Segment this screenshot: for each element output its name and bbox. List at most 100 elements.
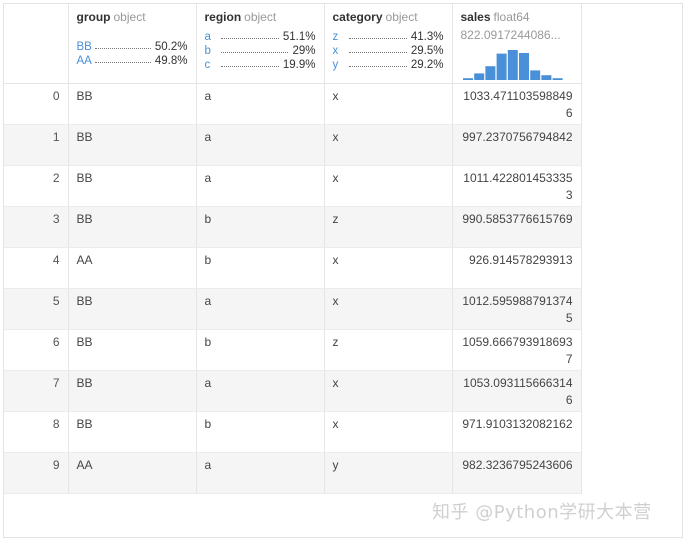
cell-sales: 1011.4228014533353 (452, 165, 582, 207)
cell-group: AA (68, 247, 197, 289)
cell-sales: 971.9103132082162 (452, 411, 582, 453)
frequency-label: BB (76, 41, 92, 53)
cell-category: x (324, 370, 453, 412)
column-header-region[interactable]: region object a 51.1% b 29% c 19.9% (196, 4, 325, 84)
frequency-label: z (332, 31, 339, 43)
histogram-bar (473, 73, 484, 80)
column-dtype: object (385, 10, 418, 24)
cell-region: b (196, 411, 325, 453)
cell-category: x (324, 83, 453, 125)
frequency-percent: 29.2% (410, 59, 444, 71)
cell-sales: 1012.5959887913745 (452, 288, 582, 330)
row-index: 5 (4, 288, 69, 330)
table-row[interactable]: 7 BB a x 1053.0931156663146 (4, 370, 582, 412)
frequency-item: x 29.5% (333, 44, 444, 58)
frequency-percent: 49.8% (154, 55, 188, 67)
cell-region: a (196, 288, 325, 330)
dataframe-viewer: group object BB 50.2% AA 49.8% region object (3, 3, 683, 538)
cell-region: a (196, 165, 325, 207)
cell-category: x (324, 124, 453, 166)
frequency-item: AA 49.8% (77, 54, 188, 68)
table-row[interactable]: 1 BB a x 997.2370756794842 (4, 124, 582, 166)
cell-region: a (196, 83, 325, 125)
cell-group: BB (68, 83, 197, 125)
cell-category: z (324, 206, 453, 248)
index-header (4, 4, 69, 84)
histogram-bar (518, 53, 529, 80)
frequency-item: y 29.2% (333, 58, 444, 72)
column-name: region (204, 10, 242, 24)
histogram-bar (462, 78, 473, 80)
column-header-category[interactable]: category object z 41.3% x 29.5% y 29.2% (324, 4, 453, 84)
dataframe-table: group object BB 50.2% AA 49.8% region object (4, 4, 582, 494)
cell-sales: 982.3236795243606 (452, 452, 582, 494)
cell-region: b (196, 247, 325, 289)
column-dtype: object (244, 10, 277, 24)
frequency-percent: 19.9% (282, 59, 316, 71)
cell-group: BB (68, 411, 197, 453)
frequency-label: c (204, 59, 211, 71)
table-row[interactable]: 3 BB b z 990.5853776615769 (4, 206, 582, 248)
frequency-label: a (204, 31, 211, 43)
value-frequency-list: BB 50.2% AA 49.8% (77, 40, 188, 68)
cell-region: a (196, 124, 325, 166)
frequency-label: b (204, 45, 211, 57)
cell-sales: 1059.6667939186937 (452, 329, 582, 371)
cell-sales: 997.2370756794842 (452, 124, 582, 166)
cell-category: z (324, 329, 453, 371)
cell-group: BB (68, 124, 197, 166)
column-dtype: float64 (493, 10, 530, 24)
cell-group: BB (68, 288, 197, 330)
frequency-label: x (332, 45, 339, 57)
histogram-bar (529, 70, 540, 80)
cell-category: y (324, 452, 453, 494)
watermark: 知乎 @Python学研大本营 (432, 502, 652, 523)
cell-category: x (324, 247, 453, 289)
cell-sales: 926.914578293913 (452, 247, 582, 289)
column-header-sales[interactable]: sales float64 822.0917244086... (452, 4, 582, 84)
row-index: 7 (4, 370, 69, 412)
value-frequency-list: z 41.3% x 29.5% y 29.2% (333, 30, 444, 72)
row-index: 1 (4, 124, 69, 166)
table-row[interactable]: 5 BB a x 1012.5959887913745 (4, 288, 582, 330)
row-index: 9 (4, 452, 69, 494)
histogram (461, 48, 573, 80)
table-row[interactable]: 8 BB b x 971.9103132082162 (4, 411, 582, 453)
row-index: 4 (4, 247, 69, 289)
column-header-group[interactable]: group object BB 50.2% AA 49.8% (68, 4, 197, 84)
histogram-svg (462, 50, 563, 80)
row-index: 3 (4, 206, 69, 248)
table-row[interactable]: 2 BB a x 1011.4228014533353 (4, 165, 582, 207)
cell-region: b (196, 329, 325, 371)
frequency-item: a 51.1% (205, 30, 316, 44)
table-row[interactable]: 0 BB a x 1033.4711035988496 (4, 83, 582, 125)
table-row[interactable]: 9 AA a y 982.3236795243606 (4, 452, 582, 494)
cell-sales: 990.5853776615769 (452, 206, 582, 248)
frequency-percent: 41.3% (410, 31, 444, 43)
cell-region: a (196, 452, 325, 494)
frequency-label: AA (76, 55, 92, 67)
cell-group: BB (68, 329, 197, 371)
cell-category: x (324, 411, 453, 453)
histogram-bar (507, 50, 518, 80)
histogram-bar (540, 75, 551, 80)
frequency-percent: 50.2% (154, 41, 188, 53)
frequency-item: b 29% (205, 44, 316, 58)
cell-group: AA (68, 452, 197, 494)
cell-category: x (324, 165, 453, 207)
cell-category: x (324, 288, 453, 330)
histogram-bar (552, 78, 563, 80)
cell-sales: 1033.4711035988496 (452, 83, 582, 125)
histogram-bar (496, 53, 507, 80)
cell-group: BB (68, 165, 197, 207)
row-index: 6 (4, 329, 69, 371)
frequency-item: c 19.9% (205, 58, 316, 72)
column-name: category (332, 10, 383, 24)
row-index: 2 (4, 165, 69, 207)
row-index: 8 (4, 411, 69, 453)
table-row[interactable]: 6 BB b z 1059.6667939186937 (4, 329, 582, 371)
column-dtype: object (113, 10, 146, 24)
table-row[interactable]: 4 AA b x 926.914578293913 (4, 247, 582, 289)
frequency-percent: 29% (292, 45, 316, 57)
row-index: 0 (4, 83, 69, 125)
